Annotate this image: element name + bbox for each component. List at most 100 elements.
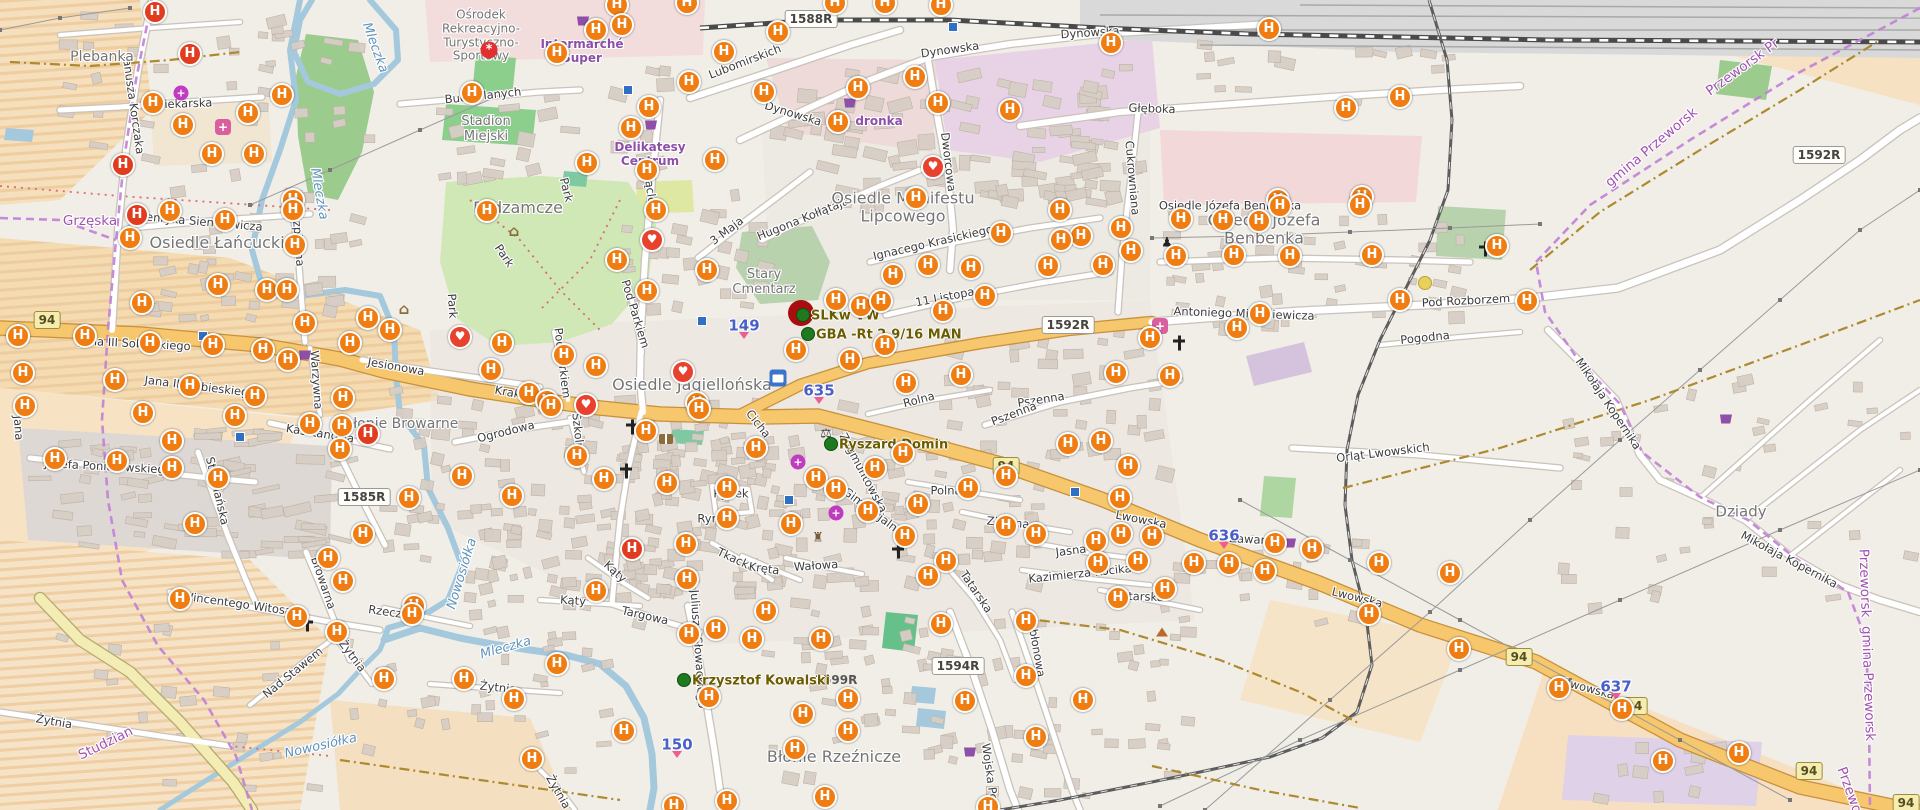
hydrant-marker[interactable]: H	[1300, 537, 1324, 561]
hydrant-marker[interactable]: H	[1247, 209, 1271, 233]
hydrant-marker[interactable]: H	[1108, 486, 1132, 510]
hydrant-marker[interactable]: H	[575, 151, 599, 175]
hydrant-marker[interactable]: H	[704, 617, 728, 641]
hydrant-marker[interactable]: H	[330, 414, 354, 438]
hydrant-marker[interactable]: H	[1049, 228, 1073, 252]
hydrant-marker[interactable]: H	[1014, 664, 1038, 688]
hydrant-marker[interactable]: H	[826, 110, 850, 134]
hydrant-marker[interactable]: H	[715, 789, 739, 810]
hydrant-marker[interactable]: H	[635, 158, 659, 182]
hydrant-marker[interactable]: H	[779, 512, 803, 536]
hydrant-marker[interactable]: H	[236, 101, 260, 125]
hydrant-marker[interactable]: H	[856, 499, 880, 523]
hydrant-marker[interactable]: H	[916, 564, 940, 588]
hydrant-marker[interactable]: H	[1153, 577, 1177, 601]
hydrant-marker[interactable]: H	[584, 18, 608, 42]
hydrant-marker[interactable]: H	[584, 579, 608, 603]
hydrant-marker[interactable]: H	[1164, 244, 1188, 268]
hydrant-marker[interactable]: H	[998, 98, 1022, 122]
hydrant-marker[interactable]: H	[171, 113, 195, 137]
hydrant-marker[interactable]: H	[1126, 549, 1150, 573]
hydrant-marker[interactable]: H	[619, 116, 643, 140]
hydrant-marker[interactable]: H	[1158, 364, 1182, 388]
hydrant-marker[interactable]: H	[677, 622, 701, 646]
hydrant-marker[interactable]: H	[1438, 561, 1462, 585]
hydrant-marker[interactable]: H	[1253, 559, 1277, 583]
hydrant-marker[interactable]: H	[791, 702, 815, 726]
hydrant-marker[interactable]: H	[926, 91, 950, 115]
hydrant-marker[interactable]: H	[275, 278, 299, 302]
hydrant-marker[interactable]: H	[293, 311, 317, 335]
hydrant-marker[interactable]: H	[285, 605, 309, 629]
hydrant-marker-red[interactable]: H	[356, 422, 380, 446]
hydrant-marker[interactable]: H	[160, 456, 184, 480]
hydrant-marker[interactable]: H	[863, 456, 887, 480]
hydrant-marker[interactable]: H	[1727, 741, 1751, 765]
hydrant-marker[interactable]: H	[824, 288, 848, 312]
hydrant-marker[interactable]: H	[1651, 749, 1675, 773]
hydrant-marker[interactable]: H	[131, 401, 155, 425]
hydrant-marker[interactable]: H	[695, 258, 719, 282]
hydrant-marker[interactable]: H	[1056, 432, 1080, 456]
hydrant-marker[interactable]: H	[1089, 429, 1113, 453]
hydrant-marker[interactable]: H	[206, 466, 230, 490]
hydrant-marker[interactable]: H	[929, 612, 953, 636]
hydrant-marker[interactable]: H	[1140, 524, 1164, 548]
hydrant-marker[interactable]: H	[251, 338, 275, 362]
hydrant-marker[interactable]: H	[1334, 96, 1358, 120]
hydrant-marker[interactable]: H	[846, 76, 870, 100]
hydrant-marker[interactable]: H	[1086, 551, 1110, 575]
hydrant-marker[interactable]: H	[206, 273, 230, 297]
hydrant-marker[interactable]: H	[1099, 31, 1123, 55]
hydrant-marker[interactable]: H	[904, 186, 928, 210]
vehicle-marker[interactable]	[796, 308, 810, 322]
hydrant-marker[interactable]: H	[565, 444, 589, 468]
hydrant-marker-red[interactable]: H	[620, 537, 644, 561]
hydrant-marker[interactable]: H	[697, 685, 721, 709]
aed-heart-marker[interactable]: ♥	[448, 325, 472, 349]
hydrant-marker[interactable]: H	[201, 333, 225, 357]
hydrant-marker[interactable]: H	[11, 361, 35, 385]
map-canvas[interactable]: Janusza KorczakaPiekarskaBudowlanychLubo…	[0, 0, 1920, 810]
hydrant-marker[interactable]: H	[43, 447, 67, 471]
hydrant-marker[interactable]: H	[906, 492, 930, 516]
hydrant-marker[interactable]: H	[973, 284, 997, 308]
hydrant-marker[interactable]: H	[687, 397, 711, 421]
hydrant-marker[interactable]: H	[824, 477, 848, 501]
hydrant-marker[interactable]: H	[612, 719, 636, 743]
hydrant-marker[interactable]: H	[813, 785, 837, 809]
hydrant-marker[interactable]: H	[138, 331, 162, 355]
hydrant-marker[interactable]: H	[328, 437, 352, 461]
hydrant-marker[interactable]: H	[784, 338, 808, 362]
hydrant-marker[interactable]: H	[956, 476, 980, 500]
hydrant-marker[interactable]: H	[105, 449, 129, 473]
hydrant-marker[interactable]: H	[141, 91, 165, 115]
hydrant-marker[interactable]: H	[1091, 253, 1115, 277]
hydrant-marker[interactable]: H	[891, 441, 915, 465]
hydrant-marker[interactable]: H	[1211, 208, 1235, 232]
hydrant-marker[interactable]: H	[500, 484, 524, 508]
hydrant-marker[interactable]: H	[715, 506, 739, 530]
hydrant-marker[interactable]: H	[605, 248, 629, 272]
hydrant-marker[interactable]: H	[502, 687, 526, 711]
hydrant-marker[interactable]: H	[130, 291, 154, 315]
hydrant-marker[interactable]: H	[662, 794, 686, 810]
hydrant-marker[interactable]: H	[1024, 725, 1048, 749]
hydrant-marker[interactable]: H	[754, 599, 778, 623]
hydrant-marker[interactable]: H	[158, 199, 182, 223]
hydrant-marker[interactable]: H	[1388, 85, 1412, 109]
hydrant-marker[interactable]: H	[452, 667, 476, 691]
hydrant-marker[interactable]: H	[539, 394, 563, 418]
hydrant-marker[interactable]: H	[873, 333, 897, 357]
hydrant-marker[interactable]: H	[1036, 254, 1060, 278]
aed-heart-marker[interactable]: ♥	[574, 393, 598, 417]
hydrant-marker[interactable]: H	[276, 348, 300, 372]
hydrant-marker[interactable]: H	[1547, 676, 1571, 700]
hydrant-marker[interactable]: H	[712, 40, 736, 64]
hydrant-marker[interactable]: H	[869, 289, 893, 313]
hydrant-marker[interactable]: H	[1071, 688, 1095, 712]
hydrant-marker[interactable]: H	[1024, 522, 1048, 546]
hydrant-marker[interactable]: H	[584, 354, 608, 378]
hydrant-marker[interactable]: H	[994, 514, 1018, 538]
hydrant-marker[interactable]: H	[1367, 551, 1391, 575]
